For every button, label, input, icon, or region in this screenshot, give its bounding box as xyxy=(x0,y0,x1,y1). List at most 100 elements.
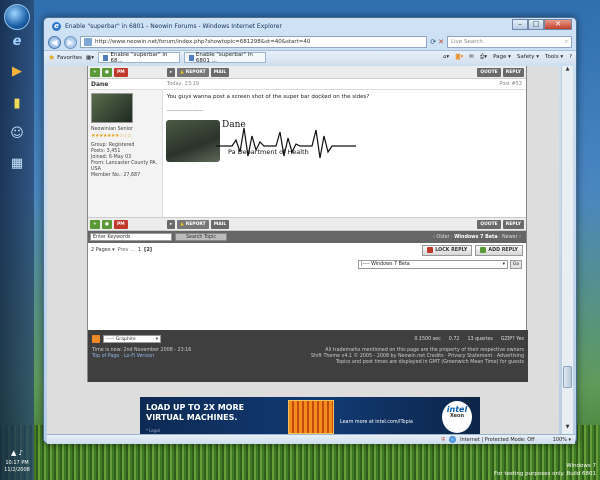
maximize-button[interactable]: □ xyxy=(528,19,544,30)
reply-button[interactable]: REPLY xyxy=(502,219,524,229)
forum-name[interactable]: Windows 7 Beta xyxy=(454,235,497,240)
scroll-up-icon[interactable]: ▲ xyxy=(562,66,573,76)
start-button[interactable] xyxy=(4,4,30,30)
post-arrow-icon[interactable]: ▸ xyxy=(167,219,176,229)
add-user-button[interactable]: + xyxy=(90,67,100,77)
post-controls-bottom: + ● PM ▸ ▲ REPORT MAIL QUOTE REPLY xyxy=(88,218,526,231)
help-icon[interactable]: ? xyxy=(569,54,572,61)
people-taskbar-icon[interactable]: ☺ xyxy=(5,122,29,144)
post-text: You guys wanna post a screen shot of the… xyxy=(167,94,370,100)
ad-learn-more[interactable]: Learn more at intel.com/ITopia xyxy=(340,420,413,425)
mail-button[interactable]: MAIL xyxy=(210,67,230,77)
watermark-line1: Windows 7 xyxy=(566,463,596,469)
favorites-button[interactable]: ★ Favorites xyxy=(48,53,82,62)
scroll-thumb[interactable] xyxy=(563,366,572,388)
newer-link[interactable]: · Newer › xyxy=(499,235,521,240)
footer-info: Time is now: 2nd November 2008 - 23:16 T… xyxy=(92,348,524,366)
network-taskbar-icon[interactable]: ▦ xyxy=(5,152,29,174)
user-actions-top: + ● PM xyxy=(90,67,165,77)
minimize-button[interactable]: – xyxy=(512,19,528,30)
rss-icon[interactable]: ◙▾ xyxy=(455,54,463,61)
online-status-icon[interactable]: ● xyxy=(102,67,112,77)
chevron-down-icon: ▾ xyxy=(502,261,505,267)
online-status-icon[interactable]: ● xyxy=(102,219,112,229)
mail-label: MAIL xyxy=(213,221,227,227)
report-button[interactable]: ▲ REPORT xyxy=(177,219,209,229)
post-username[interactable]: Dane xyxy=(88,81,163,88)
lock-reply-button[interactable]: LOCK REPLY xyxy=(422,244,473,256)
live-search-field[interactable]: Live Search ⌕ xyxy=(447,36,572,48)
search-topic-button[interactable]: Search Topic xyxy=(175,233,227,241)
tab-1[interactable]: Enable "superbar" in 68... xyxy=(98,51,180,64)
zoom-level[interactable]: 100% ▾ xyxy=(553,437,571,443)
pm-button[interactable]: PM xyxy=(114,219,128,229)
tab-1-label: Enable "superbar" in 68... xyxy=(110,51,168,64)
back-button[interactable]: ◀ xyxy=(48,35,61,49)
report-button[interactable]: ▲ REPORT xyxy=(177,67,209,77)
favorites-label: Favorites xyxy=(57,54,83,61)
title-bar[interactable]: e Enable "superbar" in 6801 - Neowin For… xyxy=(44,18,576,34)
mail-icon[interactable]: ✉ xyxy=(469,54,474,61)
safety-menu[interactable]: Safety ▾ xyxy=(517,54,539,61)
signature-dept: Pa Department of Health xyxy=(228,148,309,156)
desktop-watermark: Windows 7 For testing purposes only. Bui… xyxy=(494,462,596,478)
lock-reply-label: LOCK REPLY xyxy=(435,247,468,253)
close-button[interactable]: ✕ xyxy=(544,19,572,30)
forward-button[interactable]: ▶ xyxy=(64,35,77,49)
home-icon[interactable]: ⌂▾ xyxy=(443,54,449,61)
vertical-scrollbar[interactable]: ▲ ▼ xyxy=(561,66,573,434)
forum-jump-row: |---- Windows 7 Beta ▾ Go xyxy=(88,257,526,271)
ad-legal[interactable]: * Legal xyxy=(146,428,160,433)
signature-separator: -------------------- xyxy=(167,108,204,114)
server-load: 0.72 xyxy=(448,336,460,342)
post-arrow-icon[interactable]: ▸ xyxy=(167,67,176,77)
zone-text[interactable]: Internet | Protected Mode: Off xyxy=(460,437,535,443)
skin-select[interactable]: ----- Graphite ▾ xyxy=(103,335,161,343)
user-actions-bottom: + ● PM xyxy=(90,219,165,229)
prev-link[interactable]: Prev ... xyxy=(118,247,135,253)
quote-button[interactable]: QUOTE xyxy=(477,67,501,77)
reply-button[interactable]: REPLY xyxy=(502,67,524,77)
intel-logo: intel Xeon xyxy=(442,401,472,433)
window-title: Enable "superbar" in 6801 - Neowin Forum… xyxy=(65,22,282,30)
pagination-row: 2 Pages ▾ Prev ... 1 [2] LOCK REPLY ADD … xyxy=(88,243,526,257)
address-field[interactable]: http://www.neowin.net/forum/index.php?sh… xyxy=(80,36,428,48)
intel-advertisement[interactable]: LOAD UP TO 2X MORE VIRTUAL MACHINES. * L… xyxy=(140,397,480,434)
ie-taskbar-icon[interactable]: e xyxy=(5,30,29,52)
keywords-input[interactable]: Enter Keywords xyxy=(90,233,172,241)
search-icon[interactable]: ⌕ xyxy=(565,39,568,46)
warning-icon: ▲ xyxy=(180,221,184,227)
older-link[interactable]: ‹ Older · xyxy=(433,235,453,240)
forum-jump-select[interactable]: |---- Windows 7 Beta ▾ xyxy=(358,259,508,269)
quick-tabs-icon[interactable]: ▦▾ xyxy=(86,55,94,61)
server-stats: 0.1500 sec 0.72 13 queries GZIP? Yes xyxy=(414,337,524,342)
post-body: Neowinian Senior ★★★★★★★☆☆☆ Group: Regis… xyxy=(88,90,526,218)
add-user-button[interactable]: + xyxy=(90,219,100,229)
refresh-icon[interactable]: ⟳ xyxy=(430,38,436,46)
pages-dropdown[interactable]: 2 Pages ▾ xyxy=(91,247,115,253)
tray-icons[interactable]: ▲ ♪ xyxy=(0,450,34,457)
protected-mode-icon[interactable]: ⛨ xyxy=(441,437,445,443)
media-player-taskbar-icon[interactable]: ▶ xyxy=(5,60,29,82)
page-1-link[interactable]: 1 xyxy=(138,247,141,253)
add-reply-button[interactable]: ADD REPLY xyxy=(475,244,523,256)
query-count: 13 queries xyxy=(467,336,493,342)
page-menu[interactable]: Page ▾ xyxy=(493,54,511,61)
go-button[interactable]: Go xyxy=(510,259,522,269)
trash-taskbar-icon[interactable]: ▮ xyxy=(5,92,29,114)
rss-icon[interactable] xyxy=(92,335,100,343)
print-icon[interactable]: ⎙▾ xyxy=(480,54,487,61)
quote-button[interactable]: QUOTE xyxy=(477,219,501,229)
stop-icon[interactable]: ✕ xyxy=(438,38,444,46)
pm-button[interactable]: PM xyxy=(114,67,128,77)
signature-name: Dane xyxy=(222,120,246,130)
tab-2[interactable]: Enable "superbar" in 6801 ... xyxy=(184,52,266,64)
quote-label: QUOTE xyxy=(480,69,498,75)
footer-links[interactable]: Top of Page · Lo-Fi Version xyxy=(92,354,311,360)
scroll-down-icon[interactable]: ▼ xyxy=(562,424,573,434)
post-number[interactable]: Post #53 xyxy=(499,81,526,87)
tray-date[interactable]: 11/2/2008 xyxy=(0,467,34,474)
tools-menu[interactable]: Tools ▾ xyxy=(545,54,563,61)
mail-button[interactable]: MAIL xyxy=(210,219,230,229)
tray-time[interactable]: 10:17 PM xyxy=(0,460,34,467)
